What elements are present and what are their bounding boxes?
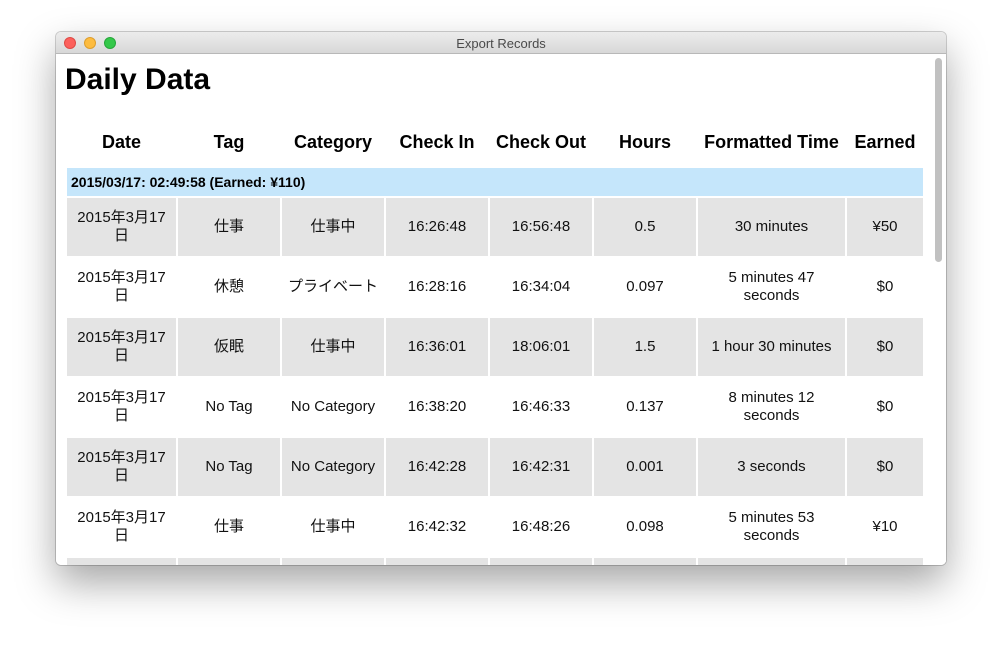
cell-check-in: 16:28:16 xyxy=(407,278,467,295)
vertical-scrollbar[interactable] xyxy=(931,54,946,565)
column-header-formatted-time: Formatted Time xyxy=(704,131,839,152)
cell-check-in xyxy=(386,558,488,565)
cell-tag: 仕事 xyxy=(178,198,280,256)
cell-earned: $0 xyxy=(847,318,923,376)
cell-tag: 仕事 xyxy=(213,518,244,535)
cell-formatted-time: 30 minutes xyxy=(698,198,845,256)
cell-earned xyxy=(847,558,923,565)
cell-earned: $0 xyxy=(876,278,894,295)
cell-category: No Category xyxy=(290,398,376,415)
cell-check-out: 16:48:26 xyxy=(511,518,571,535)
cell-earned: $0 xyxy=(847,438,923,496)
cell-check-in: 16:26:48 xyxy=(386,198,488,256)
cell-earned: ¥50 xyxy=(847,198,923,256)
page-title: Daily Data xyxy=(65,63,211,96)
cell-hours: 0.137 xyxy=(626,398,664,415)
cell-date: 2015年3月17日 xyxy=(67,318,176,376)
cell-check-out xyxy=(490,558,592,565)
cell-check-in: 16:36:01 xyxy=(386,318,488,376)
cell-category: No Category xyxy=(282,438,384,496)
cell-date xyxy=(67,558,176,565)
column-header-check-out: Check Out xyxy=(495,131,587,152)
cell-tag: No Tag xyxy=(205,398,253,415)
cell-check-out: 16:42:31 xyxy=(490,438,592,496)
title-bar[interactable]: Export Records xyxy=(56,32,946,54)
cell-hours: 0.098 xyxy=(626,518,664,535)
cell-formatted-time: 5 minutes 47 seconds xyxy=(728,269,815,304)
table-row: 2015年3月17日 仕事 仕事中 16:26:48 16:56:48 0.5 … xyxy=(67,198,923,256)
cell-date: 2015年3月17日 xyxy=(77,389,166,424)
table-row: 2015年3月17日 No Tag No Category 16:38:20 1… xyxy=(67,378,923,436)
column-header-earned: Earned xyxy=(854,131,916,152)
cell-hours: 0.5 xyxy=(594,198,696,256)
cell-check-out: 16:56:48 xyxy=(490,198,592,256)
group-header-row: 2015/03/17: 02:49:58 (Earned: ¥110) xyxy=(67,168,923,196)
group-summary: 2015/03/17: 02:49:58 (Earned: ¥110) xyxy=(67,168,923,196)
cell-category: プライベート xyxy=(287,278,378,295)
cell-formatted-time: 1 hour 30 minutes xyxy=(698,318,845,376)
cell-earned: ¥10 xyxy=(872,518,898,535)
export-records-window: Export Records Daily Data Date Tag Categ… xyxy=(56,32,946,565)
cell-tag xyxy=(178,558,280,565)
table-row xyxy=(67,558,923,565)
column-header-category: Category xyxy=(293,131,373,152)
table-row: 2015年3月17日 仕事 仕事中 16:42:32 16:48:26 0.09… xyxy=(67,498,923,556)
cell-date: 2015年3月17日 xyxy=(67,198,176,256)
header-row: Date Tag Category Check In Check Out Hou… xyxy=(67,118,923,166)
cell-formatted-time: 8 minutes 12 seconds xyxy=(728,389,815,424)
table-row: 2015年3月17日 No Tag No Category 16:42:28 1… xyxy=(67,438,923,496)
cell-tag: 休憩 xyxy=(213,278,244,295)
cell-hours xyxy=(594,558,696,565)
cell-check-in: 16:42:28 xyxy=(386,438,488,496)
cell-check-out: 18:06:01 xyxy=(490,318,592,376)
cell-tag: No Tag xyxy=(178,438,280,496)
cell-date: 2015年3月17日 xyxy=(77,509,166,544)
cell-check-out: 16:34:04 xyxy=(511,278,571,295)
window-title: Export Records xyxy=(456,36,546,51)
records-content: Daily Data Date Tag Category Check In Ch… xyxy=(56,54,946,565)
cell-hours: 1.5 xyxy=(594,318,696,376)
cell-formatted-time xyxy=(698,558,845,565)
column-header-check-in: Check In xyxy=(399,131,475,152)
cell-earned: $0 xyxy=(876,398,894,415)
cell-formatted-time: 5 minutes 53 seconds xyxy=(728,509,815,544)
cell-hours: 0.001 xyxy=(594,438,696,496)
cell-formatted-time: 3 seconds xyxy=(698,438,845,496)
column-header-date: Date xyxy=(101,131,141,152)
table-row: 2015年3月17日 仮眠 仕事中 16:36:01 18:06:01 1.5 … xyxy=(67,318,923,376)
cell-check-in: 16:38:20 xyxy=(407,398,467,415)
cell-check-in: 16:42:32 xyxy=(407,518,467,535)
cell-date: 2015年3月17日 xyxy=(67,438,176,496)
cell-hours: 0.097 xyxy=(626,278,664,295)
cell-check-out: 16:46:33 xyxy=(511,398,571,415)
cell-date: 2015年3月17日 xyxy=(77,269,166,304)
cell-category: 仕事中 xyxy=(310,518,356,535)
column-header-tag: Tag xyxy=(213,131,245,152)
cell-tag: 仮眠 xyxy=(178,318,280,376)
scrollbar-thumb[interactable] xyxy=(935,58,942,262)
cell-category: 仕事中 xyxy=(282,318,384,376)
cell-category: 仕事中 xyxy=(282,198,384,256)
table-row: 2015年3月17日 休憩 プライベート 16:28:16 16:34:04 0… xyxy=(67,258,923,316)
records-table: Date Tag Category Check In Check Out Hou… xyxy=(65,116,925,565)
cell-category xyxy=(282,558,384,565)
column-header-hours: Hours xyxy=(618,131,671,152)
